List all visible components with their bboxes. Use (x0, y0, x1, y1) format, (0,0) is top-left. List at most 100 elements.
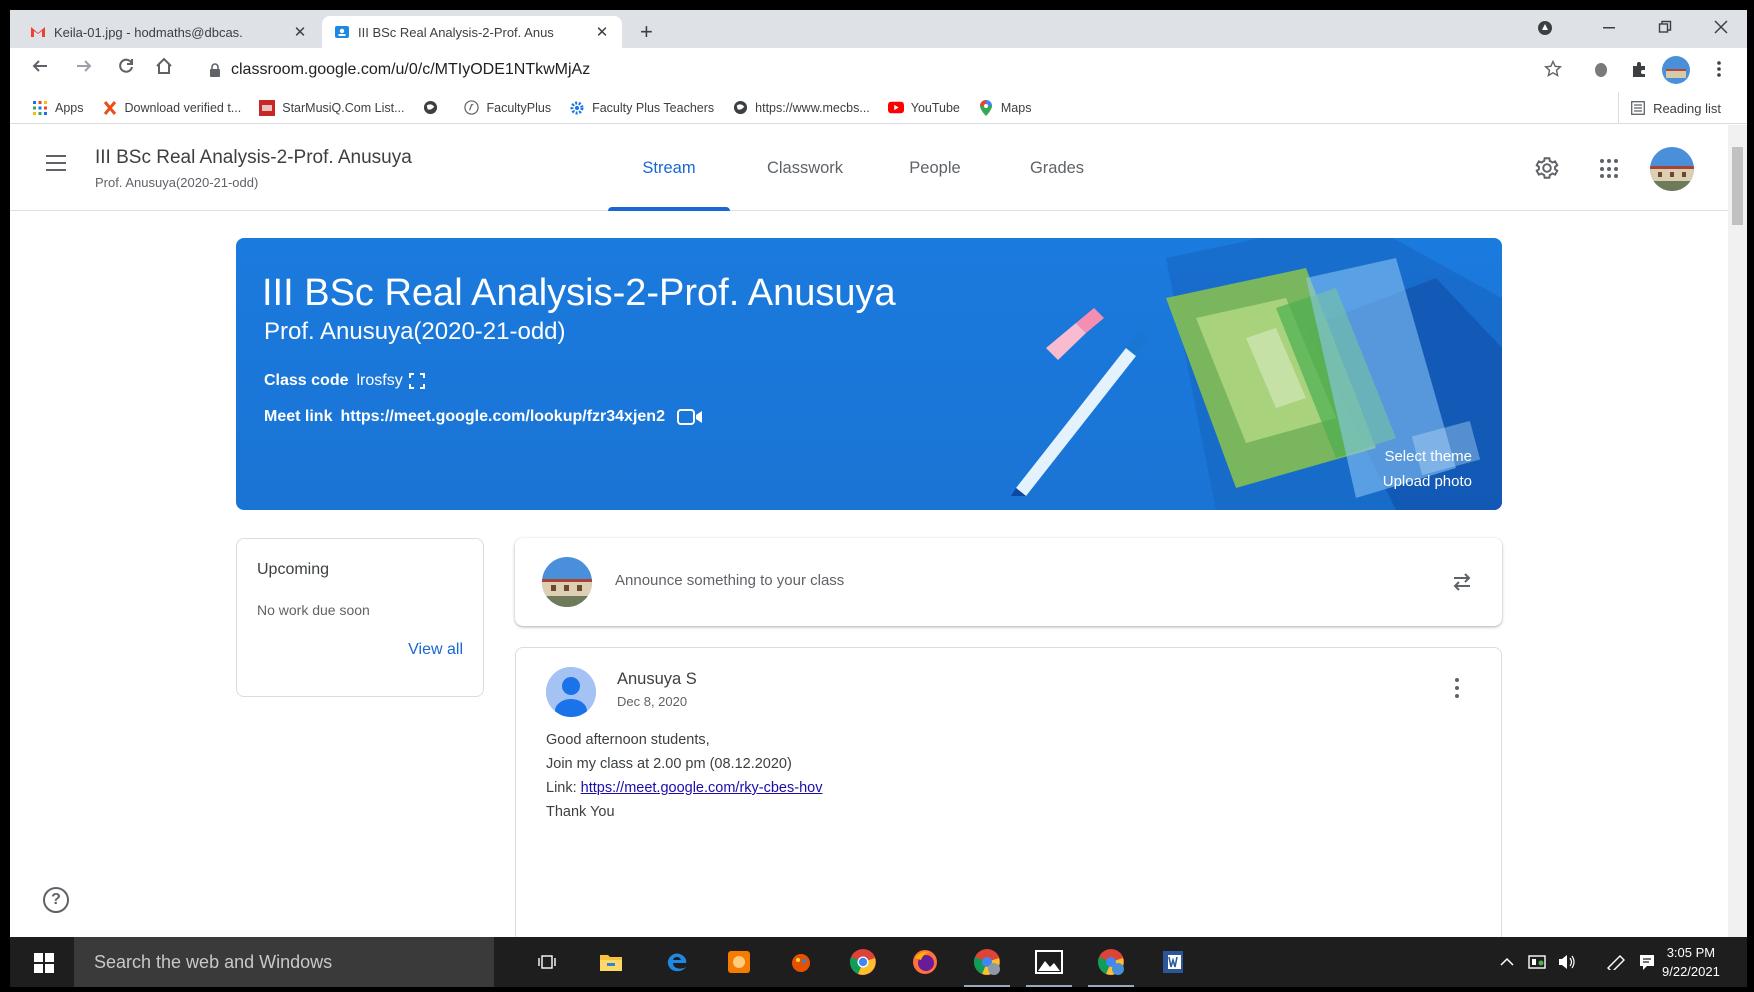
bookmark-youtube[interactable]: YouTube (887, 100, 960, 116)
post-text-line: Join my class at 2.00 pm (08.12.2020) (546, 756, 792, 772)
home-icon[interactable] (152, 57, 176, 81)
banner-class-subtitle: Prof. Anusuya(2020-21-odd) (264, 318, 566, 345)
tab-people[interactable]: People (890, 125, 980, 211)
bookmark-starmusiq[interactable]: StarMusiQ.Com List... (259, 99, 405, 116)
tab-grades[interactable]: Grades (1012, 125, 1102, 211)
globe-icon (732, 100, 748, 116)
extensions-puzzle-icon[interactable] (1630, 60, 1648, 83)
tray-chevron-up-icon[interactable] (1500, 957, 1514, 967)
bookmark-globe[interactable] (422, 100, 445, 116)
minimize-icon[interactable] (1594, 16, 1624, 39)
bookmark-label: Maps (1000, 100, 1032, 115)
browser-toolbar: classroom.google.com/u/0/c/MTIyODE1NTkwM… (10, 48, 1747, 92)
reading-list-icon (1631, 101, 1646, 115)
word-icon[interactable] (1156, 945, 1190, 979)
forward-icon[interactable] (72, 57, 96, 81)
network-icon[interactable] (1528, 955, 1546, 969)
edge-browser-icon[interactable] (660, 945, 694, 979)
post-text-line: Thank You (546, 804, 615, 820)
chrome-icon[interactable] (846, 945, 880, 979)
bookmark-mecbs[interactable]: https://www.mecbs... (732, 100, 870, 116)
tab-stream[interactable]: Stream (608, 125, 730, 211)
bookmarks-bar: Apps Download verified t... StarMusiQ.Co… (10, 92, 1747, 124)
chrome-profile-window-2[interactable] (1088, 945, 1134, 987)
profile-avatar-icon[interactable] (1662, 56, 1690, 89)
select-theme-link[interactable]: Select theme (1384, 448, 1472, 465)
post-meet-link[interactable]: https://meet.google.com/rky-cbes-hov (581, 780, 823, 796)
profile-dot-icon[interactable] (1530, 16, 1560, 41)
photos-app-icon[interactable] (722, 945, 756, 979)
bookmark-faculty-plus-teachers[interactable]: Faculty Plus Teachers (569, 100, 714, 116)
page-scrollbar[interactable] (1728, 125, 1747, 937)
bookmark-label: StarMusiQ.Com List... (282, 100, 405, 115)
view-all-link[interactable]: View all (408, 641, 463, 659)
bookmark-label: Download verified t... (124, 100, 242, 115)
gear-bookmark-icon (569, 100, 585, 116)
address-bar[interactable]: classroom.google.com/u/0/c/MTIyODE1NTkwM… (195, 54, 1525, 86)
bookmark-facultyplus[interactable]: FacultyPlus (463, 100, 551, 116)
tab-strip: Keila-01.jpg - hodmaths@dbcas. ✕ III BSc… (10, 10, 1747, 48)
maps-pin-icon (978, 99, 994, 116)
chrome-menu-icon[interactable] (1716, 60, 1722, 83)
action-center-icon[interactable] (1638, 953, 1656, 971)
volume-icon[interactable] (1558, 954, 1576, 970)
close-tab-icon[interactable]: ✕ (594, 23, 610, 41)
bookmark-label: YouTube (910, 100, 960, 115)
post-text-line: Good afternoon students, (546, 732, 710, 748)
banner-class-title: III BSc Real Analysis-2-Prof. Anusuya (262, 272, 896, 314)
meet-link-row: Meet link https://meet.google.com/lookup… (264, 408, 703, 426)
close-tab-icon[interactable]: ✕ (292, 23, 308, 41)
system-tray (1500, 937, 1656, 987)
account-avatar[interactable] (1650, 147, 1694, 191)
taskbar-clock[interactable]: 3:05 PM 9/22/2021 (1662, 943, 1720, 981)
video-camera-icon[interactable] (676, 408, 703, 426)
pen-workspace-icon[interactable] (1606, 954, 1626, 970)
firefox-icon[interactable] (908, 945, 942, 979)
settings-gear-icon[interactable] (1534, 155, 1560, 181)
bookmark-download-verified[interactable]: Download verified t... (102, 100, 242, 116)
reuse-post-icon[interactable] (1450, 570, 1474, 594)
meet-link-url[interactable]: https://meet.google.com/lookup/fzr34xjen… (340, 408, 665, 426)
classroom-page: III BSc Real Analysis-2-Prof. Anusuya Pr… (10, 125, 1728, 937)
file-explorer-icon[interactable] (594, 945, 628, 979)
browser-tab-classroom[interactable]: III BSc Real Analysis-2-Prof. Anus ✕ (322, 16, 622, 48)
more-options-icon[interactable] (1455, 678, 1461, 702)
tab-title: III BSc Real Analysis-2-Prof. Anus (358, 24, 554, 40)
photos-viewer-icon[interactable] (1026, 945, 1072, 987)
chrome-profile-window-1[interactable] (964, 945, 1010, 987)
windows-start-icon[interactable] (34, 953, 54, 973)
post-date: Dec 8, 2020 (617, 694, 688, 709)
restore-icon[interactable] (1650, 16, 1680, 39)
hamburger-menu-icon[interactable] (46, 155, 66, 176)
lock-icon[interactable] (209, 63, 221, 77)
bookmark-label: Faculty Plus Teachers (592, 100, 715, 115)
bookmark-maps[interactable]: Maps (978, 99, 1032, 116)
x-icon (102, 100, 118, 116)
taskbar-search-box[interactable]: Search the web and Windows (74, 937, 494, 987)
bookmark-star-icon[interactable] (1543, 59, 1563, 83)
extension-leaf-icon[interactable] (1592, 60, 1610, 83)
scroll-thumb[interactable] (1732, 147, 1743, 225)
fullscreen-code-icon[interactable] (408, 373, 425, 389)
tab-classwork[interactable]: Classwork (750, 125, 860, 211)
post-link-line: Link: https://meet.google.com/rky-cbes-h… (546, 780, 822, 796)
bookmark-apps[interactable]: Apps (32, 100, 84, 116)
reading-list-button[interactable]: Reading list (1618, 92, 1721, 124)
new-tab-button[interactable]: + (640, 19, 653, 45)
browser-tab-gmail[interactable]: Keila-01.jpg - hodmaths@dbcas. ✕ (18, 16, 320, 48)
google-apps-icon[interactable] (1600, 159, 1620, 179)
reload-icon[interactable] (114, 57, 138, 81)
help-icon[interactable]: ? (43, 887, 69, 913)
paint-app-icon[interactable] (784, 945, 818, 979)
youtube-icon (887, 100, 904, 116)
announce-box[interactable]: Announce something to your class (515, 538, 1502, 626)
class-code-value[interactable]: lrosfsy (356, 372, 402, 390)
back-icon[interactable] (28, 57, 52, 81)
classroom-icon (335, 26, 349, 38)
class-code-label: Class code (264, 372, 349, 389)
close-window-icon[interactable] (1706, 16, 1736, 39)
upload-photo-link[interactable]: Upload photo (1383, 473, 1472, 490)
task-view-icon[interactable] (530, 945, 564, 979)
meet-link-label: Meet link (264, 408, 333, 425)
apps-grid-icon (32, 100, 48, 116)
